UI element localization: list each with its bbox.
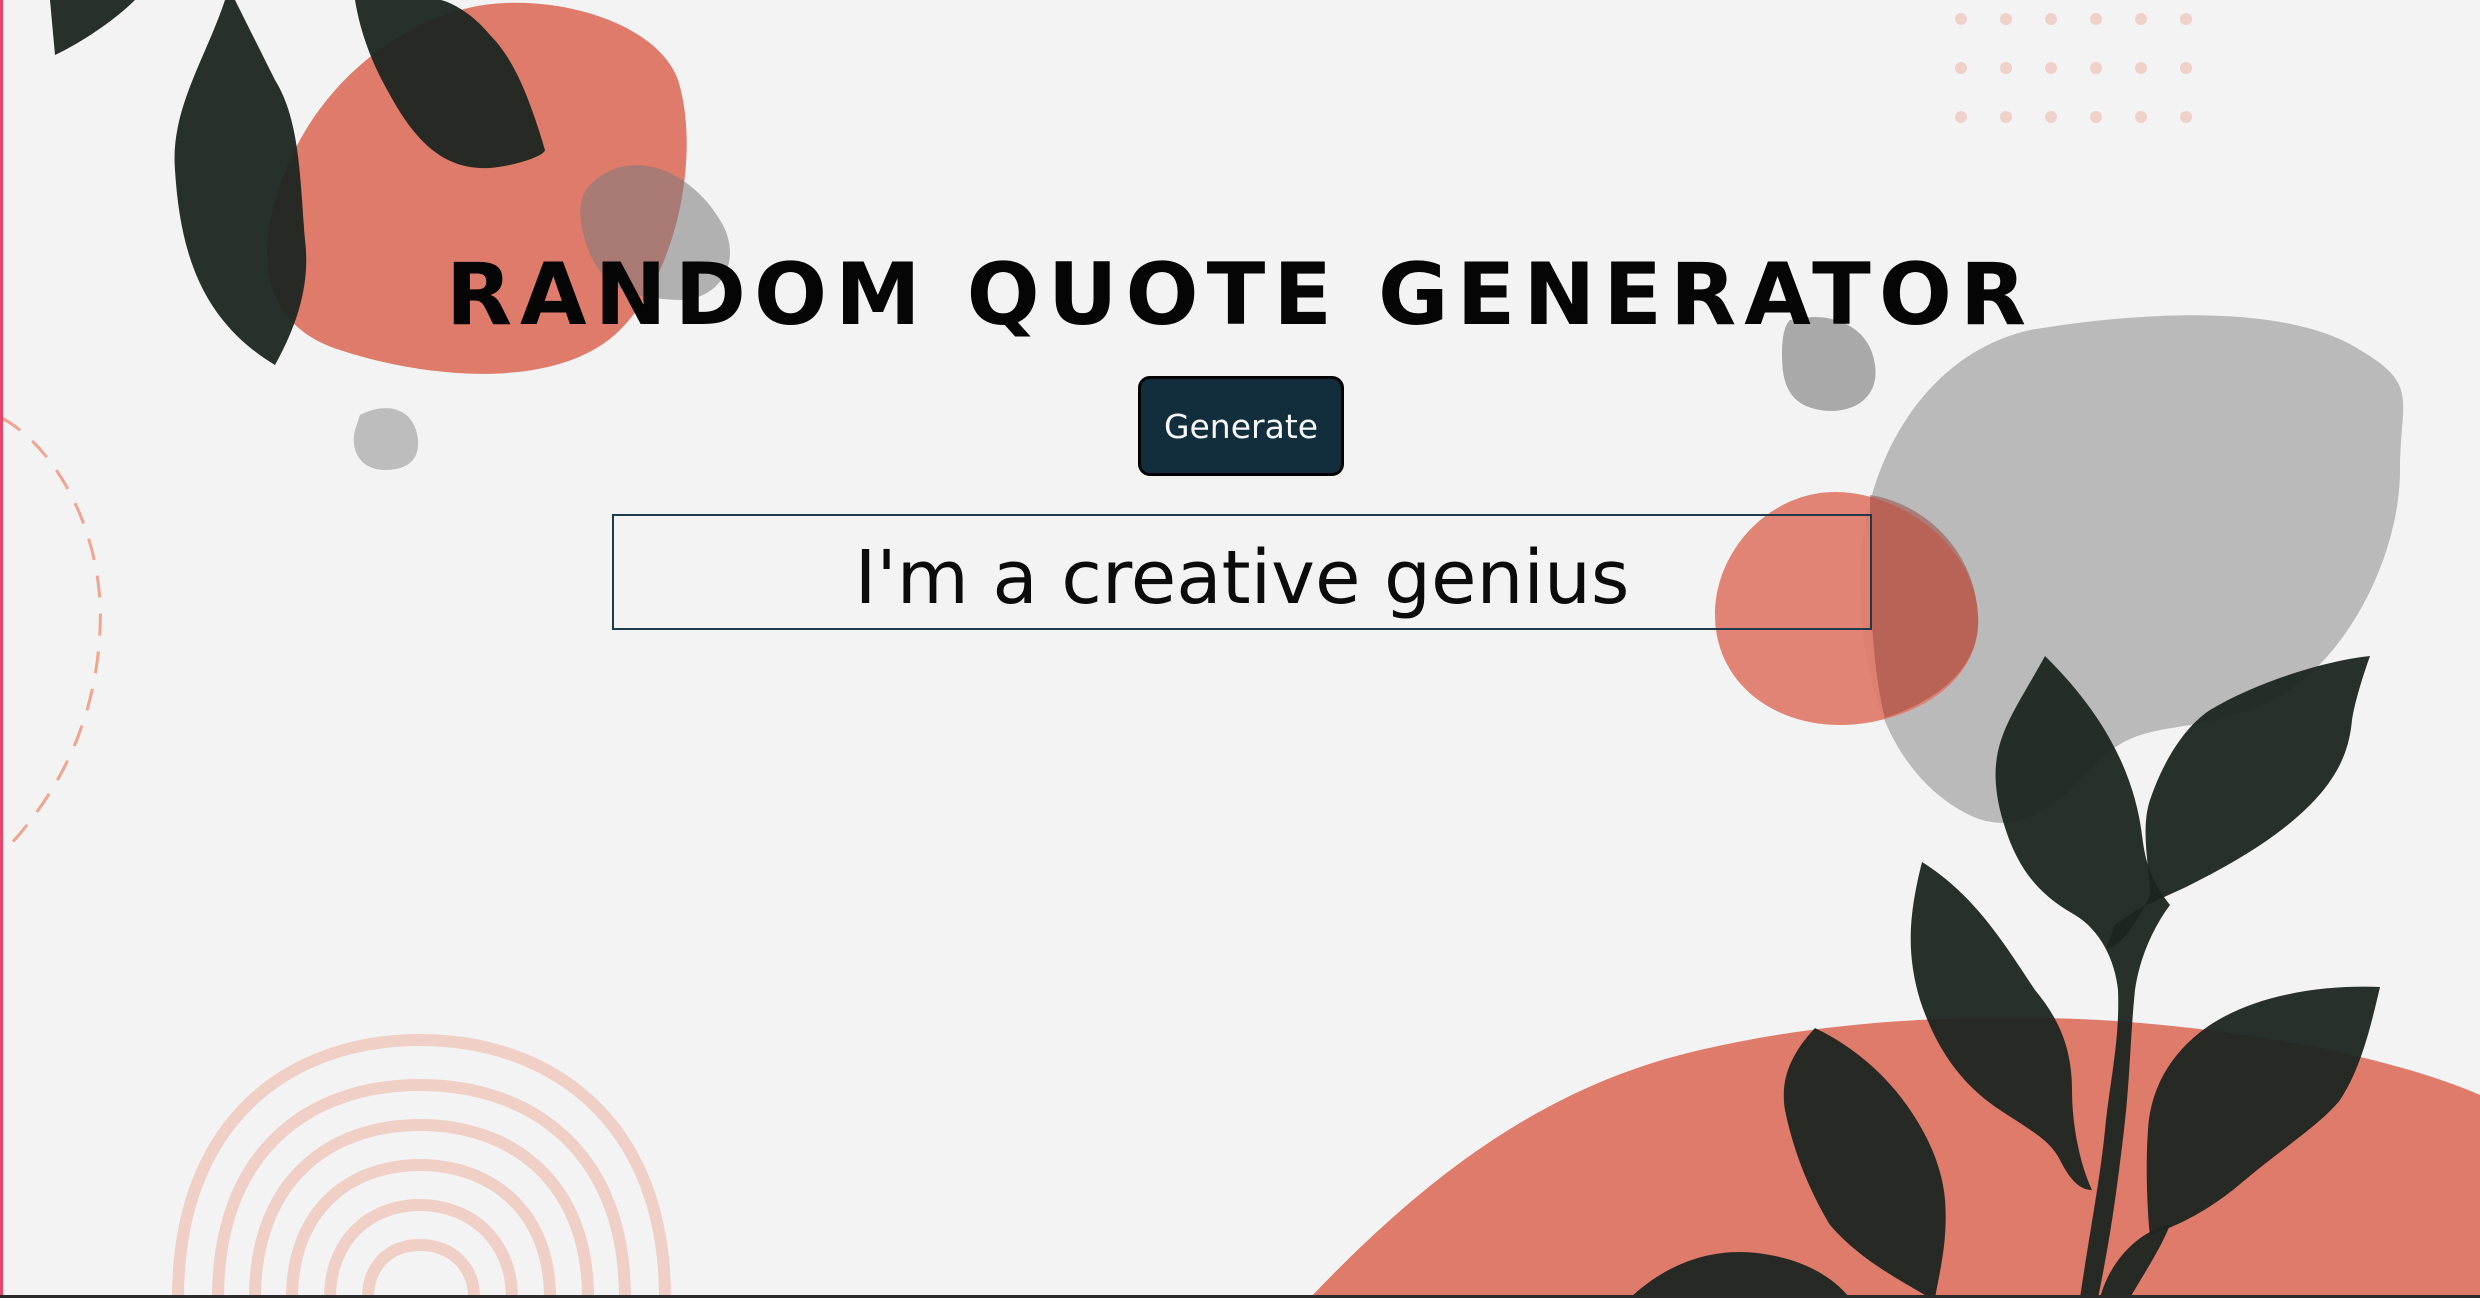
page-left-edge	[0, 0, 3, 1298]
quote-text: I'm a creative genius	[854, 535, 1630, 621]
dashed-arc-decoration	[1, 416, 102, 847]
background-decoration	[1, 0, 2480, 1298]
gray-blob-small-2	[353, 408, 419, 470]
concentric-rings-decoration	[172, 1033, 671, 1298]
quote-display-box: I'm a creative genius	[612, 514, 1872, 630]
dot-grid-decoration	[1955, 13, 2192, 123]
generate-button[interactable]: Generate	[1138, 376, 1344, 476]
page-title: Random Quote Generator	[445, 245, 2035, 345]
